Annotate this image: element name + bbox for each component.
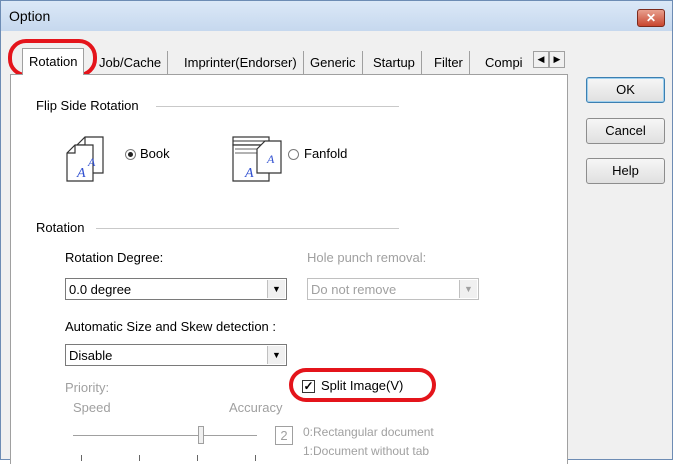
auto-detection-select[interactable]: Disable ▼: [65, 344, 287, 366]
priority-slider-thumb[interactable]: [198, 426, 204, 444]
priority-note-2: 1:Document without tab: [303, 444, 430, 458]
tab-imprinter[interactable]: Imprinter(Endorser): [184, 51, 304, 75]
slider-tick: [197, 455, 198, 461]
slider-tick: [255, 455, 256, 461]
tab-job-cache[interactable]: Job/Cache: [99, 51, 169, 75]
close-button[interactable]: ✕: [637, 9, 665, 27]
tab-startup[interactable]: Startup: [373, 51, 422, 75]
priority-slider-track[interactable]: [73, 435, 257, 437]
help-label: Help: [612, 163, 639, 178]
split-image-highlight: [289, 368, 436, 402]
tab-scroll-left-button[interactable]: ◀: [533, 51, 549, 68]
window-title: Option: [9, 8, 51, 24]
priority-label: Priority:: [65, 380, 110, 395]
fanfold-document-icon: A A: [232, 136, 282, 182]
tab-compression[interactable]: Compi: [485, 51, 523, 75]
tab-filter-label: Filter: [434, 55, 463, 70]
tab-generic-label: Generic: [310, 55, 356, 70]
ok-button[interactable]: OK: [586, 77, 665, 103]
cancel-label: Cancel: [605, 123, 646, 138]
rotation-degree-select[interactable]: 0.0 degree ▼: [65, 278, 287, 300]
tab-imprinter-label: Imprinter(Endorser): [184, 55, 297, 70]
priority-note-1: 0:Rectangular document: [303, 425, 434, 439]
priority-value: 2: [280, 428, 288, 443]
rotation-degree-value: 0.0 degree: [69, 282, 132, 297]
close-icon: ✕: [645, 11, 657, 25]
tab-rotation-label: Rotation: [29, 54, 78, 69]
cancel-button[interactable]: Cancel: [586, 118, 665, 144]
rotation-panel: Flip Side Rotation A A Book A A Fanfold …: [10, 74, 568, 464]
tab-job-cache-label: Job/Cache: [99, 55, 162, 70]
hole-punch-value: Do not remove: [311, 282, 397, 297]
svg-text:A: A: [87, 155, 96, 169]
hole-punch-select[interactable]: Do not remove ▼: [307, 278, 479, 300]
fanfold-radio[interactable]: [288, 149, 299, 160]
slider-tick: [139, 455, 140, 461]
book-radio-dot: [128, 152, 133, 157]
tab-filter[interactable]: Filter: [434, 51, 470, 75]
book-radio[interactable]: [125, 149, 136, 160]
tab-generic[interactable]: Generic: [310, 51, 363, 75]
ok-label: OK: [616, 82, 635, 97]
chevron-down-icon: ▼: [459, 280, 477, 298]
auto-detection-label: Automatic Size and Skew detection :: [65, 319, 277, 334]
rotation-group-title: Rotation: [36, 220, 85, 235]
tab-startup-label: Startup: [373, 55, 415, 70]
tab-compression-label: Compi: [485, 55, 523, 70]
flip-side-group-title: Flip Side Rotation: [36, 98, 139, 113]
help-button[interactable]: Help: [586, 158, 665, 184]
rotation-degree-label: Rotation Degree:: [65, 250, 164, 265]
hole-punch-label: Hole punch removal:: [307, 250, 427, 265]
tab-scroll-right-button[interactable]: ▶: [549, 51, 565, 68]
fanfold-label: Fanfold: [304, 146, 348, 161]
chevron-down-icon: ▼: [267, 346, 285, 364]
title-bar: Option ✕: [1, 1, 672, 31]
accuracy-label: Accuracy: [229, 400, 283, 415]
svg-text:A: A: [76, 166, 86, 181]
arrow-left-icon: ◀: [537, 54, 545, 64]
chevron-down-icon: ▼: [267, 280, 285, 298]
svg-text:A: A: [244, 166, 254, 181]
flip-side-divider: [156, 106, 399, 107]
priority-value-box: 2: [275, 426, 293, 445]
tab-rotation[interactable]: Rotation: [22, 48, 85, 75]
book-document-icon: A A: [66, 136, 104, 182]
speed-label: Speed: [73, 400, 111, 415]
slider-tick: [81, 455, 82, 461]
book-label: Book: [140, 146, 170, 161]
arrow-right-icon: ▶: [553, 54, 561, 64]
auto-detection-value: Disable: [69, 348, 113, 363]
option-dialog: Option ✕ Rotation Job/Cache Imprinter(En…: [0, 0, 673, 464]
rotation-divider: [96, 228, 399, 229]
svg-text:A: A: [266, 152, 275, 166]
